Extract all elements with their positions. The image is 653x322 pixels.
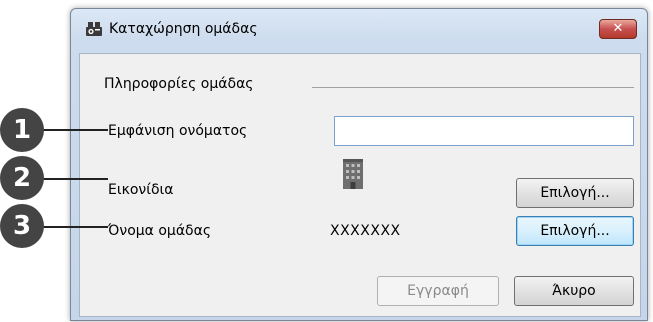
group-divider [312, 87, 634, 88]
window-title: Καταχώρηση ομάδας [109, 21, 258, 37]
group-info-heading: Πληροφορίες ομάδας [104, 76, 254, 92]
title-bar[interactable]: Καταχώρηση ομάδας ✕ [71, 9, 647, 45]
cancel-button[interactable]: Άκυρο [514, 276, 634, 306]
register-group-dialog: Καταχώρηση ομάδας ✕ Πληροφορίες ομάδας Ε… [70, 8, 648, 321]
display-name-input[interactable] [334, 116, 634, 146]
display-name-label: Εμφάνιση ονόματος [108, 123, 248, 139]
group-name-value: XXXXXXX [330, 223, 401, 239]
projector-icon [86, 22, 102, 36]
dialog-body: Πληροφορίες ομάδας Εμφάνιση ονόματος Εικ… [79, 53, 641, 317]
building-icon [343, 159, 363, 189]
register-button[interactable]: Εγγραφή [377, 276, 499, 306]
callout-2: 2 [0, 156, 44, 200]
callout-line-2 [40, 178, 108, 180]
close-button[interactable]: ✕ [599, 19, 637, 39]
group-name-label: Όνομα ομάδας [108, 223, 212, 239]
callout-line-1 [40, 129, 108, 131]
select-icon-button[interactable]: Επιλογή... [516, 178, 634, 208]
icon-label: Εικονίδια [108, 182, 174, 198]
callout-line-3 [40, 226, 108, 228]
callout-3: 3 [0, 204, 44, 248]
select-group-button[interactable]: Επιλογή... [516, 216, 634, 246]
callout-1: 1 [0, 108, 44, 152]
